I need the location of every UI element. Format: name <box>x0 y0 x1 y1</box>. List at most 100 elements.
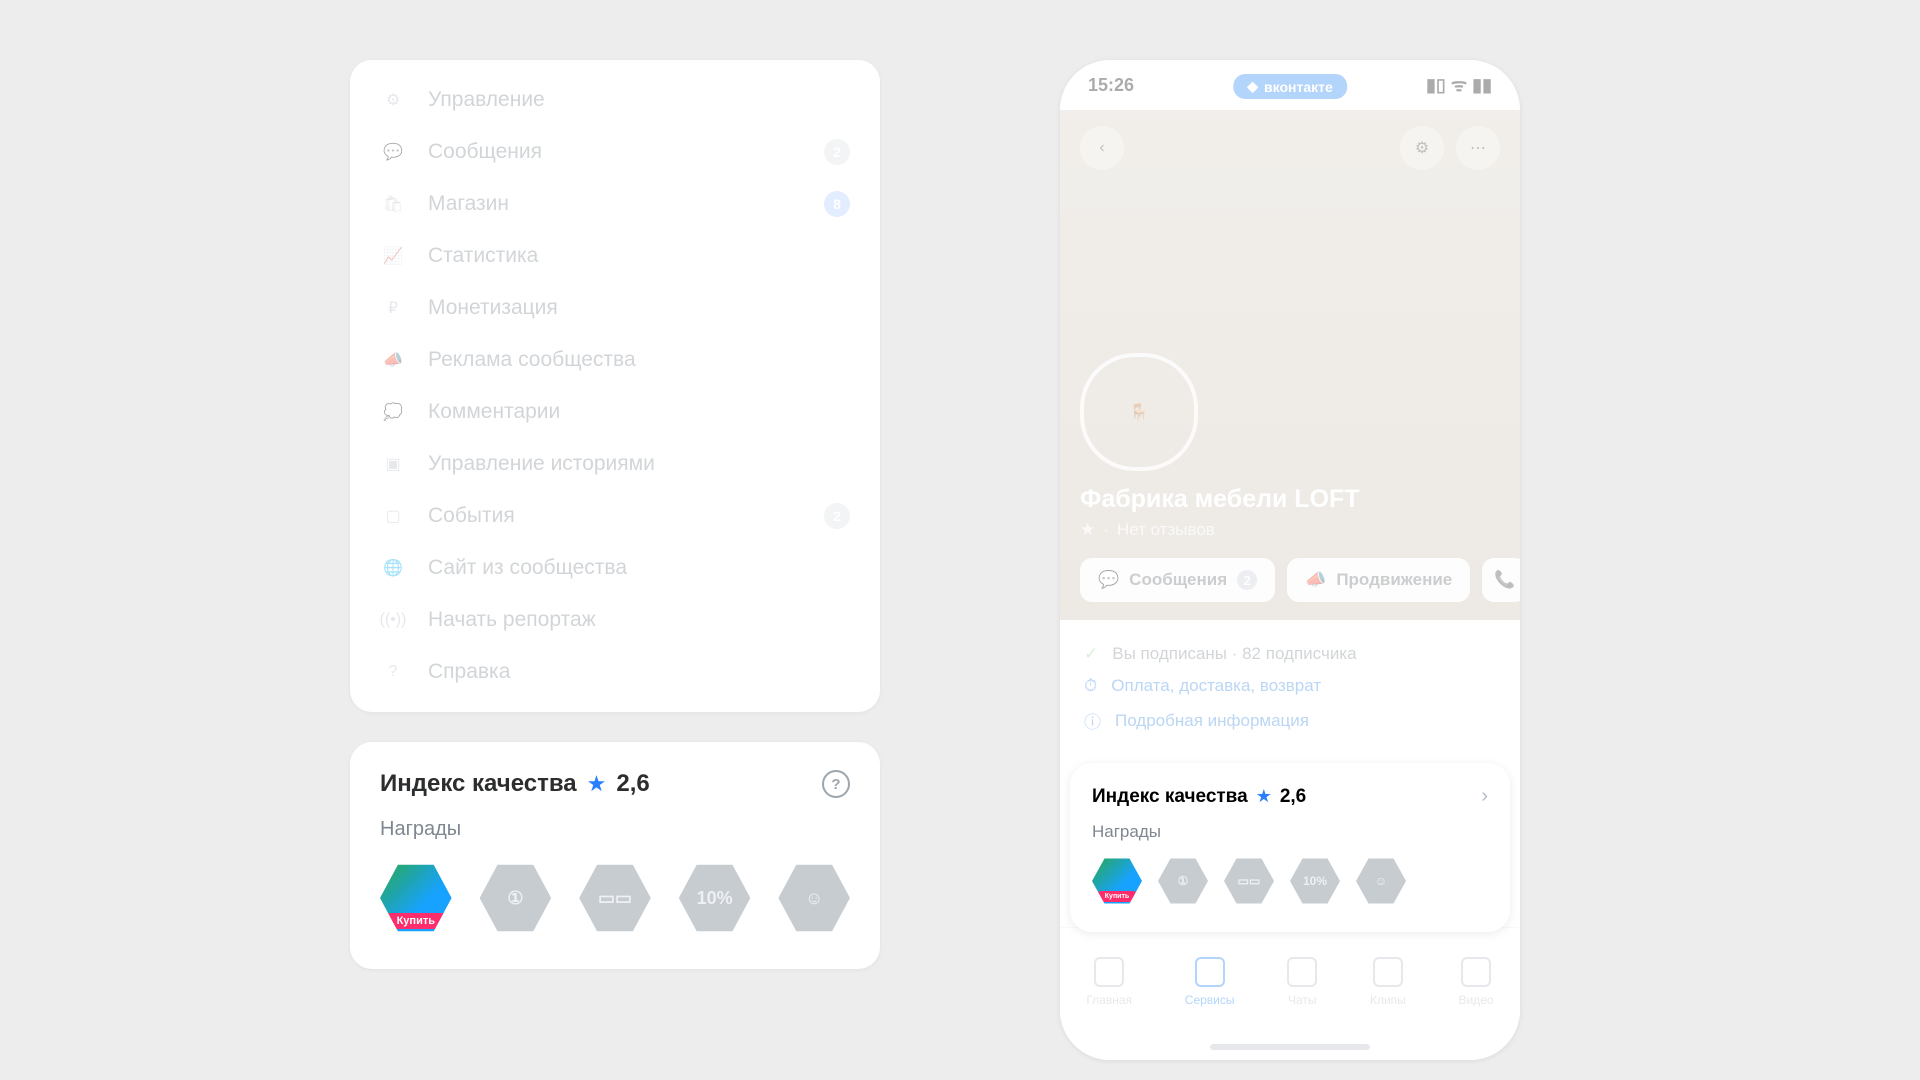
bag-icon: 🛍 <box>380 191 406 217</box>
menu-item-gear[interactable]: ⚙ Управление <box>376 74 854 126</box>
globe-icon: 🌐 <box>380 555 406 581</box>
megaphone-icon: 📣 <box>380 347 406 373</box>
community-cover: ‹ ⚙ ⋯ 🪑 Фабрика мебели LOFT ★ · Нет отзы… <box>1060 110 1520 620</box>
subscribers-row: ✓ Вы подписаны · 82 подписчика <box>1084 638 1496 670</box>
awards-row-mobile: ① ▭▭ 10% ☺ <box>1092 856 1488 906</box>
check-icon: ✓ <box>1084 644 1098 664</box>
chart-icon: 📈 <box>380 243 406 269</box>
count-badge: 2 <box>824 139 850 165</box>
star-icon: ★ <box>587 771 607 797</box>
community-name: Фабрика мебели LOFT <box>1080 485 1500 514</box>
award-badge-locked[interactable]: ☺ <box>778 861 850 935</box>
award-badge-locked[interactable]: 10% <box>679 861 751 935</box>
nav-icon <box>1461 957 1491 987</box>
menu-item-bag[interactable]: 🛍 Магазин 8 <box>376 178 854 230</box>
menu-item-label: Начать репортаж <box>428 608 850 632</box>
help-icon[interactable]: ? <box>822 770 850 798</box>
nav-label: Клипы <box>1370 993 1406 1007</box>
menu-item-label: Сайт из сообщества <box>428 556 850 580</box>
menu-item-help[interactable]: ? Справка <box>376 646 854 698</box>
menu-item-label: События <box>428 504 802 528</box>
menu-item-comment[interactable]: 💭 Комментарии <box>376 386 854 438</box>
chevron-right-icon: › <box>1481 785 1488 808</box>
menu-item-label: Справка <box>428 660 850 684</box>
nav-label: Видео <box>1459 993 1494 1007</box>
menu-item-chart[interactable]: 📈 Статистика <box>376 230 854 282</box>
awards-row: ① ▭▭ 10% ☺ <box>380 861 850 935</box>
nav-icon <box>1287 957 1317 987</box>
back-button[interactable]: ‹ <box>1080 126 1124 170</box>
gear-icon: ⚙ <box>380 87 406 113</box>
award-badge-locked[interactable]: ▭▭ <box>1224 856 1274 906</box>
vk-pill: ◆ вконтакте <box>1233 74 1347 99</box>
nav-item[interactable]: Главная <box>1086 957 1132 1007</box>
ruble-icon: ₽ <box>380 295 406 321</box>
quality-value: 2,6 <box>1280 786 1306 808</box>
quality-title: Индекс качества <box>1092 786 1248 808</box>
more-info-row[interactable]: ⓘ Подробная информация <box>1084 702 1496 739</box>
nav-icon <box>1094 957 1124 987</box>
menu-item-label: Управление <box>428 88 850 112</box>
comment-icon: 💭 <box>380 399 406 425</box>
promotion-button[interactable]: 📣 Продвижение <box>1287 558 1470 602</box>
nav-label: Сервисы <box>1185 993 1235 1007</box>
messages-button[interactable]: 💬 Сообщения 2 <box>1080 558 1275 602</box>
menu-item-label: Сообщения <box>428 140 802 164</box>
community-rating: ★ · Нет отзывов <box>1080 520 1500 540</box>
awards-label: Награды <box>1092 822 1488 842</box>
stories-icon: ▣ <box>380 451 406 477</box>
phone-mockup: 15:26 ▮▯ ᯤ ▮▮ ◆ вконтакте ‹ ⚙ ⋯ 🪑 Фабрик… <box>1060 60 1520 1060</box>
menu-item-globe[interactable]: 🌐 Сайт из сообщества <box>376 542 854 594</box>
help-icon: ? <box>380 659 406 685</box>
info-icon: ⓘ <box>1084 708 1101 733</box>
award-badge-locked[interactable]: ▭▭ <box>579 861 651 935</box>
award-badge-locked[interactable]: ☺ <box>1356 856 1406 906</box>
nav-icon <box>1195 957 1225 987</box>
menu-item-label: Монетизация <box>428 296 850 320</box>
payment-info-row[interactable]: ⏱ Оплата, доставка, возврат <box>1084 670 1496 702</box>
nav-item[interactable]: Чаты <box>1287 957 1317 1007</box>
count-badge: 8 <box>824 191 850 217</box>
menu-item-megaphone[interactable]: 📣 Реклама сообщества <box>376 334 854 386</box>
menu-item-ruble[interactable]: ₽ Монетизация <box>376 282 854 334</box>
quality-index-card[interactable]: Индекс качества ★ 2,6 ? Награды ① ▭▭ 10%… <box>350 742 880 969</box>
more-button[interactable]: ⋯ <box>1456 126 1500 170</box>
community-avatar[interactable]: 🪑 <box>1080 353 1198 471</box>
menu-item-label: Статистика <box>428 244 850 268</box>
star-icon: ★ <box>1080 520 1095 540</box>
award-badge-buy[interactable] <box>1092 856 1142 906</box>
menu-item-live[interactable]: ((•)) Начать репортаж <box>376 594 854 646</box>
calendar-icon: ▢ <box>380 503 406 529</box>
menu-item-label: Комментарии <box>428 400 850 424</box>
count-badge: 2 <box>824 503 850 529</box>
nav-label: Главная <box>1086 993 1132 1007</box>
menu-item-chat[interactable]: 💬 Сообщения 2 <box>376 126 854 178</box>
call-button[interactable]: 📞 <box>1482 558 1520 602</box>
home-indicator <box>1210 1044 1370 1050</box>
award-badge-buy[interactable] <box>380 861 452 935</box>
nav-item[interactable]: Клипы <box>1370 957 1406 1007</box>
status-icons: ▮▯ ᯤ ▮▮ <box>1426 73 1492 97</box>
nav-icon <box>1373 957 1403 987</box>
quality-title: Индекс качества <box>380 770 577 798</box>
menu-item-label: Магазин <box>428 192 802 216</box>
menu-item-stories[interactable]: ▣Управление историями <box>376 438 854 490</box>
clock-icon: ⏱ <box>1084 676 1097 696</box>
admin-menu-panel: ⚙ Управление 💬 Сообщения 2 🛍 Магазин 8 📈 Статисти… <box>350 60 880 712</box>
nav-label: Чаты <box>1288 993 1317 1007</box>
menu-item-label: Реклама сообщества <box>428 348 850 372</box>
award-badge-locked[interactable]: ① <box>1158 856 1208 906</box>
community-info: ✓ Вы подписаны · 82 подписчика ⏱ Оплата,… <box>1060 620 1520 745</box>
menu-item-calendar[interactable]: ▢ События 2 <box>376 490 854 542</box>
live-icon: ((•)) <box>380 607 406 633</box>
chat-icon: 💬 <box>380 139 406 165</box>
nav-item[interactable]: Сервисы <box>1185 957 1235 1007</box>
award-badge-locked[interactable]: 10% <box>1290 856 1340 906</box>
phone-icon: 📞 <box>1494 570 1515 590</box>
chat-icon: 💬 <box>1098 570 1119 590</box>
quality-index-card-mobile[interactable]: Индекс качества ★ 2,6 › Награды ① ▭▭ 10%… <box>1070 763 1510 932</box>
settings-button[interactable]: ⚙ <box>1400 126 1444 170</box>
award-badge-locked[interactable]: ① <box>480 861 552 935</box>
bottom-nav: Главная Сервисы Чаты Клипы Видео <box>1060 927 1520 1060</box>
nav-item[interactable]: Видео <box>1459 957 1494 1007</box>
